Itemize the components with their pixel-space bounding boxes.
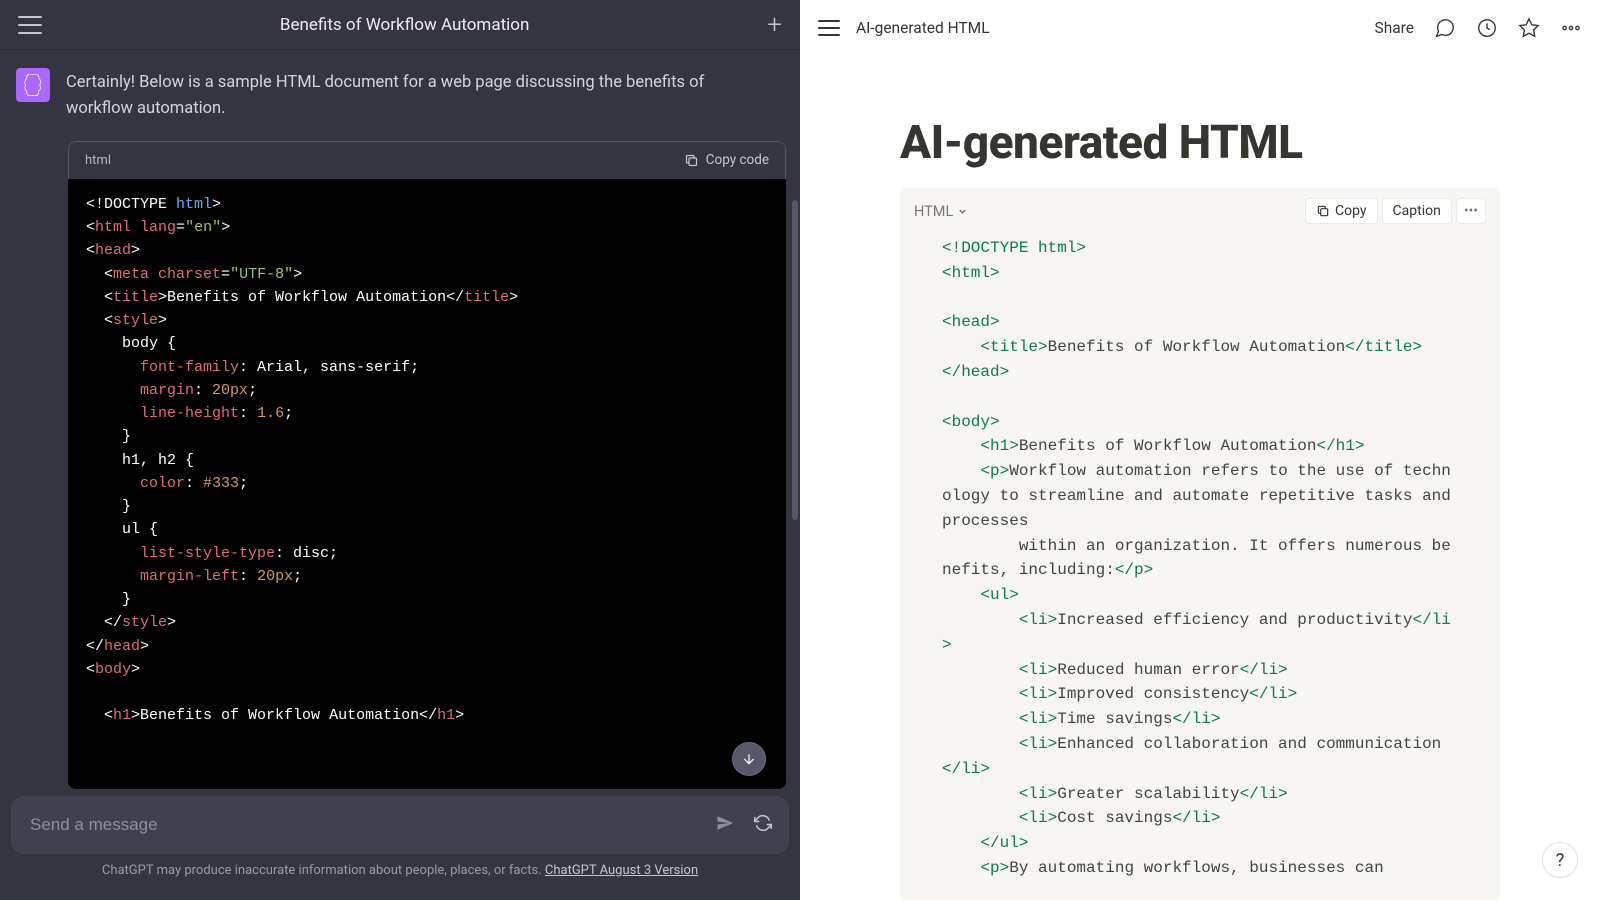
- sidebar-toggle-icon[interactable]: [818, 20, 840, 36]
- caption-button[interactable]: Caption: [1382, 198, 1452, 224]
- header-actions: Share: [1375, 17, 1583, 39]
- help-button[interactable]: ?: [1542, 842, 1578, 878]
- updates-icon[interactable]: [1476, 17, 1498, 39]
- favorite-icon[interactable]: [1518, 17, 1540, 39]
- new-chat-button[interactable]: +: [767, 10, 782, 40]
- more-icon[interactable]: [1560, 17, 1582, 39]
- disclaimer-text: ChatGPT may produce inaccurate informati…: [102, 863, 545, 878]
- code-header: html Copy code: [68, 141, 786, 179]
- regenerate-button[interactable]: [754, 814, 772, 836]
- notion-code-content[interactable]: <!DOCTYPE html> <html> <head> <title>Ben…: [900, 230, 1500, 900]
- disclaimer: ChatGPT may produce inaccurate informati…: [12, 853, 788, 890]
- notion-pane: AI-generated HTML Share AI-generated HTM…: [800, 0, 1600, 900]
- breadcrumb[interactable]: AI-generated HTML: [856, 19, 1359, 37]
- page-title[interactable]: AI-generated HTML: [900, 116, 1500, 170]
- assistant-message: Certainly! Below is a sample HTML docume…: [14, 68, 786, 123]
- notion-header: AI-generated HTML Share: [800, 0, 1600, 56]
- copy-code-button[interactable]: Copy code: [684, 152, 769, 168]
- chat-body: Certainly! Below is a sample HTML docume…: [0, 50, 800, 797]
- code-toolbar: HTML Copy Caption •••: [900, 188, 1500, 230]
- copy-code-label: Copy code: [706, 152, 769, 168]
- code-actions: Copy Caption •••: [1305, 198, 1486, 224]
- code-more-button[interactable]: •••: [1456, 198, 1486, 224]
- notion-copy-button[interactable]: Copy: [1305, 198, 1378, 224]
- code-content[interactable]: <!DOCTYPE html> <html lang="en"> <head> …: [68, 179, 786, 789]
- disclaimer-link[interactable]: ChatGPT August 3 Version: [545, 863, 698, 878]
- share-button[interactable]: Share: [1375, 19, 1415, 37]
- notion-code-block[interactable]: HTML Copy Caption ••• <!DOCTYPE html> <h…: [900, 188, 1500, 900]
- input-area: ChatGPT may produce inaccurate informati…: [0, 797, 800, 900]
- scrollbar[interactable]: [792, 200, 798, 520]
- chat-header: Benefits of Workflow Automation +: [0, 0, 800, 50]
- notion-body: AI-generated HTML HTML Copy Caption ••• …: [800, 56, 1600, 900]
- chat-title: Benefits of Workflow Automation: [280, 15, 529, 35]
- comments-icon[interactable]: [1434, 17, 1456, 39]
- code-language-label: html: [85, 153, 111, 168]
- message-input[interactable]: [30, 815, 728, 835]
- assistant-text: Certainly! Below is a sample HTML docume…: [66, 68, 784, 123]
- code-language-select[interactable]: HTML: [914, 203, 968, 220]
- assistant-avatar-icon: [16, 68, 50, 102]
- chat-pane: Benefits of Workflow Automation + Certai…: [0, 0, 800, 900]
- code-block: html Copy code <!DOCTYPE html> <html lan…: [68, 141, 786, 789]
- message-input-box[interactable]: [12, 797, 788, 853]
- menu-icon[interactable]: [18, 16, 42, 34]
- send-button[interactable]: [716, 814, 734, 836]
- scroll-down-button[interactable]: [732, 742, 766, 776]
